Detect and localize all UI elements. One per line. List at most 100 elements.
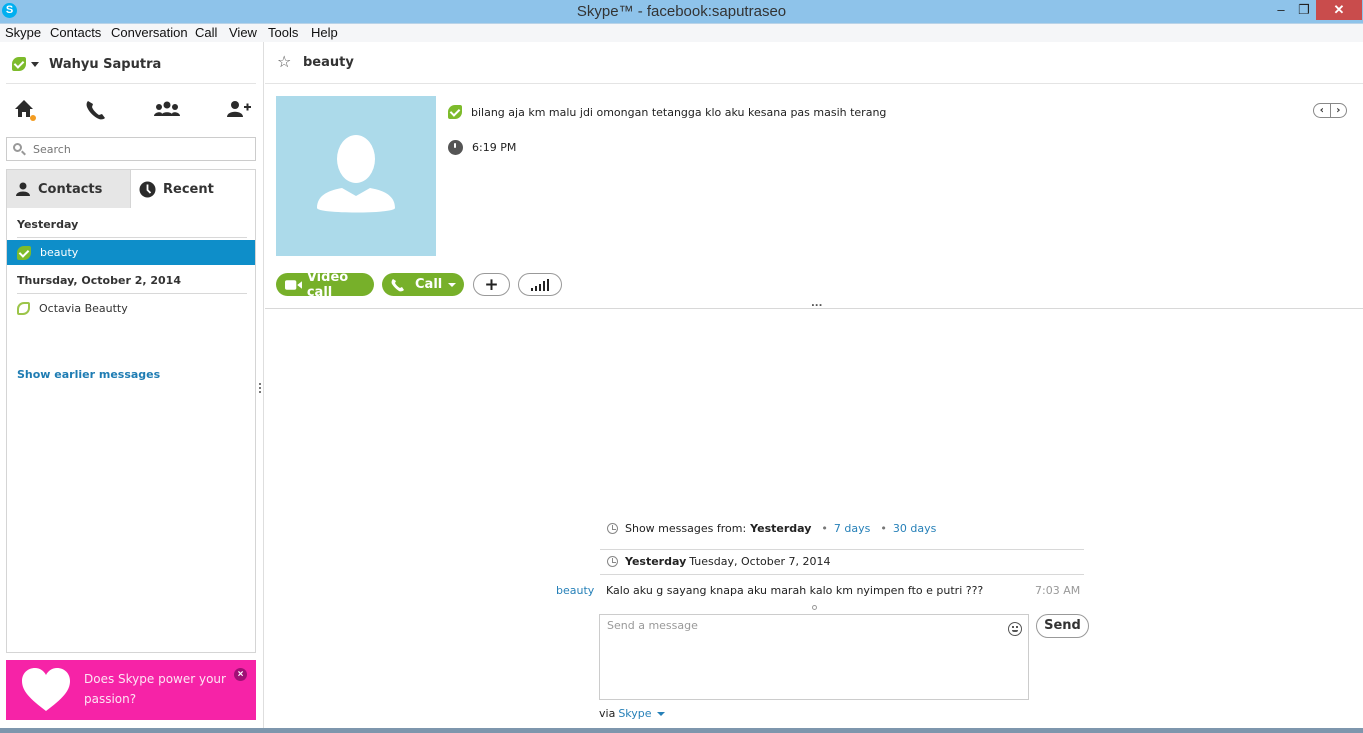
- minimize-button[interactable]: –: [1268, 0, 1294, 20]
- via-selector: via Skype: [599, 707, 665, 720]
- clock-icon: [607, 556, 618, 567]
- video-camera-icon: [285, 279, 302, 290]
- tab-recent[interactable]: Recent: [131, 170, 255, 208]
- tab-label: Recent: [163, 181, 214, 197]
- menu-tools[interactable]: Tools: [268, 25, 298, 40]
- call-options-dropdown-icon[interactable]: [448, 283, 456, 287]
- contact-list-panel: Contacts Recent Yesterday beauty Thursda…: [6, 169, 256, 653]
- default-avatar-icon: [317, 135, 395, 213]
- away-status-icon: [17, 302, 30, 315]
- menu-call[interactable]: Call: [195, 25, 217, 40]
- history-7-days-link[interactable]: 7 days: [834, 522, 870, 535]
- call-quality-button[interactable]: [518, 273, 562, 296]
- close-button[interactable]: ✕: [1316, 0, 1362, 20]
- menu-skype[interactable]: Skype: [5, 25, 41, 40]
- mood-text: bilang aja km malu jdi omongan tetangga …: [471, 105, 887, 119]
- tab-contacts[interactable]: Contacts: [7, 170, 131, 208]
- promo-banner[interactable]: Does Skype power your passion? ×: [6, 660, 256, 720]
- message-sender[interactable]: beauty: [556, 584, 594, 597]
- search-icon: [13, 143, 22, 152]
- person-icon: [16, 182, 30, 196]
- menu-view[interactable]: View: [229, 25, 257, 40]
- tab-bar: Contacts Recent: [7, 170, 255, 208]
- phone-icon: [86, 101, 105, 120]
- tab-label: Contacts: [38, 181, 103, 197]
- contact-name: beauty: [40, 246, 79, 259]
- day-header: Yesterday Tuesday, October 7, 2014: [607, 555, 831, 568]
- promo-close-button[interactable]: ×: [234, 668, 247, 681]
- heart-icon: [22, 668, 70, 711]
- search-box[interactable]: [6, 137, 256, 161]
- profile-menu[interactable]: Wahyu Saputra: [12, 55, 161, 73]
- video-call-label: Video call: [306, 269, 349, 300]
- search-input[interactable]: [33, 141, 248, 157]
- menu-conversation[interactable]: Conversation: [111, 25, 188, 40]
- home-button[interactable]: [12, 97, 40, 123]
- signal-bars-icon: [531, 278, 549, 291]
- local-time-text: 6:19 PM: [472, 141, 517, 154]
- create-group-button[interactable]: [153, 97, 181, 123]
- history-current: Yesterday: [750, 522, 812, 535]
- mood-message: bilang aja km malu jdi omongan tetangga …: [448, 105, 886, 119]
- promo-text: Does Skype power your passion?: [84, 672, 226, 706]
- call-label: Call: [415, 277, 443, 292]
- favorite-star-icon[interactable]: ☆: [277, 53, 291, 71]
- clock-icon: [607, 523, 618, 534]
- menu-contacts[interactable]: Contacts: [50, 25, 101, 40]
- video-call-button[interactable]: Video call: [276, 270, 374, 300]
- compose-resize-handle[interactable]: [812, 605, 817, 610]
- header-divider: [265, 308, 1363, 309]
- next-button[interactable]: ›: [1331, 104, 1347, 117]
- online-status-icon: [448, 105, 462, 119]
- call-button[interactable]: Call: [382, 273, 464, 296]
- divider: [600, 574, 1084, 575]
- profile-pager: ‹ ›: [1313, 103, 1347, 118]
- chevron-down-icon[interactable]: [656, 711, 665, 716]
- day-date: Tuesday, October 7, 2014: [689, 555, 831, 568]
- online-status-icon: [12, 57, 26, 71]
- message-text: Kalo aku g sayang knapa aku marah kalo k…: [606, 584, 984, 597]
- phone-icon: [391, 278, 404, 291]
- prev-button[interactable]: ‹: [1314, 104, 1331, 117]
- menu-help[interactable]: Help: [311, 25, 338, 40]
- call-phone-button[interactable]: [83, 97, 111, 123]
- separator-dot: •: [821, 522, 828, 535]
- sidebar: Wahyu Saputra Search Contacts Recent Yes…: [0, 42, 264, 728]
- recent-item[interactable]: Octavia Beautty: [7, 296, 255, 321]
- recent-item[interactable]: beauty: [7, 240, 255, 265]
- add-people-button[interactable]: +: [473, 273, 510, 296]
- panel-resize-handle[interactable]: [259, 383, 262, 397]
- add-contact-icon: [227, 101, 251, 117]
- contact-name: Octavia Beautty: [39, 302, 128, 315]
- window-title: Skype™ - facebook:saputraseo: [576, 3, 787, 20]
- history-label: Show messages from:: [625, 522, 747, 535]
- os-taskbar: [0, 728, 1363, 733]
- contact-avatar[interactable]: [276, 96, 436, 256]
- via-label: via: [599, 707, 616, 720]
- divider: [6, 83, 256, 84]
- local-time: 6:19 PM: [448, 140, 516, 155]
- sidebar-nav: [0, 97, 264, 123]
- chevron-down-icon: [31, 61, 39, 67]
- via-service-dropdown[interactable]: Skype: [618, 707, 651, 720]
- message-time: 7:03 AM: [1035, 584, 1081, 597]
- clock-icon: [139, 181, 156, 197]
- conversation-title: beauty: [303, 55, 354, 70]
- title-bar: S Skype™ - facebook:saputraseo – ❐ ✕: [0, 0, 1363, 23]
- group-icon: [154, 101, 180, 116]
- history-30-days-link[interactable]: 30 days: [893, 522, 936, 535]
- show-earlier-messages-link[interactable]: Show earlier messages: [17, 368, 160, 381]
- conversation-header: ☆ beauty: [265, 42, 1363, 84]
- divider: [600, 549, 1084, 550]
- emoticon-icon[interactable]: [1008, 622, 1022, 636]
- chat-message: beauty Kalo aku g sayang knapa aku marah…: [265, 584, 1363, 600]
- online-status-icon: [17, 245, 31, 260]
- profile-name: Wahyu Saputra: [49, 56, 162, 72]
- send-button[interactable]: Send: [1036, 614, 1089, 638]
- group-header: Yesterday: [17, 218, 247, 238]
- message-input[interactable]: [607, 619, 997, 695]
- maximize-button[interactable]: ❐: [1294, 0, 1314, 20]
- add-contact-button[interactable]: [225, 97, 253, 123]
- separator-dot: •: [880, 522, 887, 535]
- day-label: Yesterday: [625, 555, 687, 568]
